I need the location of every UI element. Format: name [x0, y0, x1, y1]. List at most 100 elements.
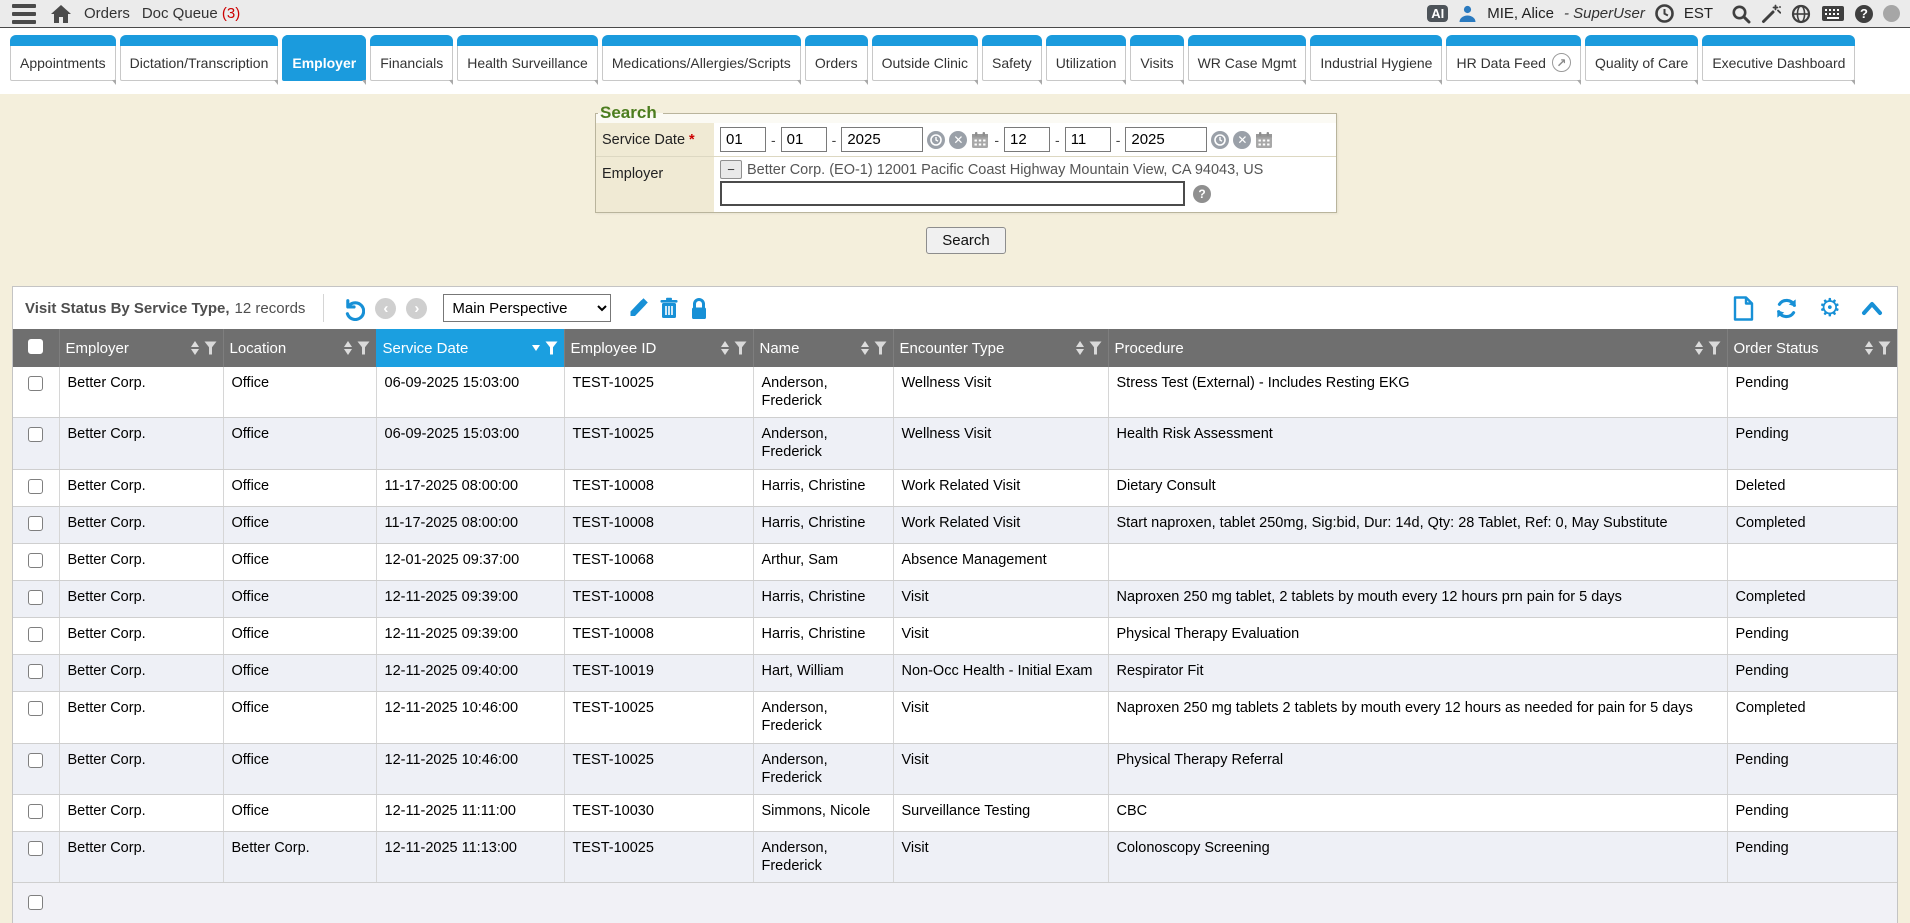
prev-perspective-icon[interactable]: ‹ [375, 298, 396, 319]
column-header-procedure[interactable]: Procedure [1108, 329, 1727, 367]
cell-employee-id: TEST-10008 [564, 618, 753, 655]
tab-wr-case-mgmt[interactable]: WR Case Mgmt [1188, 35, 1307, 81]
row-checkbox[interactable] [28, 701, 43, 716]
sort-icon[interactable] [1865, 341, 1873, 355]
to-calendar-icon[interactable] [1255, 131, 1273, 149]
home-icon[interactable] [50, 4, 72, 24]
tab-dictation-transcription[interactable]: Dictation/Transcription [120, 35, 279, 81]
keyboard-icon[interactable] [1821, 5, 1845, 22]
sort-icon[interactable] [1695, 341, 1703, 355]
filter-icon[interactable] [1708, 341, 1721, 355]
from-time-icon[interactable] [927, 131, 945, 149]
tab-orders[interactable]: Orders [805, 35, 868, 81]
to-day-input[interactable] [1065, 127, 1111, 152]
filter-icon[interactable] [357, 341, 370, 355]
column-header-employer[interactable]: Employer [59, 329, 223, 367]
employer-search-input[interactable] [720, 181, 1185, 206]
from-year-input[interactable] [841, 127, 923, 152]
row-checkbox[interactable] [28, 627, 43, 642]
settings-gear-icon[interactable]: ⚙ [1819, 296, 1841, 321]
filter-icon[interactable] [545, 341, 558, 355]
filter-icon[interactable] [874, 341, 887, 355]
row-checkbox[interactable] [28, 553, 43, 568]
column-header-service-date[interactable]: Service Date [376, 329, 564, 367]
tab-employer[interactable]: Employer [282, 35, 366, 81]
row-checkbox[interactable] [28, 516, 43, 531]
tab-appointments[interactable]: Appointments [10, 35, 116, 81]
from-month-input[interactable] [720, 127, 766, 152]
row-checkbox[interactable] [28, 590, 43, 605]
refresh-icon[interactable] [1774, 296, 1799, 321]
edit-perspective-icon[interactable] [627, 297, 649, 319]
search-button[interactable]: Search [926, 227, 1006, 254]
tab-outside-clinic[interactable]: Outside Clinic [872, 35, 978, 81]
menu-icon[interactable] [10, 2, 38, 26]
from-day-input[interactable] [781, 127, 827, 152]
sort-icon[interactable] [721, 341, 729, 355]
filter-icon[interactable] [1878, 341, 1891, 355]
tab-quality-of-care[interactable]: Quality of Care [1585, 35, 1698, 81]
row-checkbox[interactable] [28, 664, 43, 679]
column-header-employee-id[interactable]: Employee ID [564, 329, 753, 367]
footer-select-checkbox[interactable] [28, 895, 43, 910]
ai-badge[interactable]: AI [1427, 5, 1448, 22]
row-checkbox[interactable] [28, 804, 43, 819]
tab-executive-dashboard[interactable]: Executive Dashboard [1702, 35, 1855, 81]
collapse-icon[interactable] [1861, 300, 1883, 316]
new-document-icon[interactable] [1733, 296, 1754, 321]
globe-phone-icon[interactable] [1791, 4, 1811, 24]
undo-icon[interactable] [340, 296, 365, 321]
row-checkbox[interactable] [28, 753, 43, 768]
next-perspective-icon[interactable]: › [406, 298, 427, 319]
help-icon[interactable]: ? [1855, 5, 1873, 23]
from-clear-icon[interactable]: ✕ [949, 131, 967, 149]
sort-icon[interactable] [191, 341, 199, 355]
tab-industrial-hygiene[interactable]: Industrial Hygiene [1310, 35, 1442, 81]
filter-icon[interactable] [734, 341, 747, 355]
to-month-input[interactable] [1004, 127, 1050, 152]
column-header-encounter-type[interactable]: Encounter Type [893, 329, 1108, 367]
breadcrumb-section[interactable]: Orders [84, 5, 130, 22]
lock-icon[interactable] [689, 297, 709, 320]
employer-help-icon[interactable]: ? [1193, 185, 1211, 203]
filter-icon[interactable] [204, 341, 217, 355]
row-checkbox[interactable] [28, 376, 43, 391]
row-checkbox[interactable] [28, 841, 43, 856]
to-year-input[interactable] [1125, 127, 1207, 152]
user-name[interactable]: MIE, Alice [1487, 5, 1554, 22]
breadcrumb-page[interactable]: Doc Queue (3) [142, 5, 240, 22]
sort-icon[interactable] [1076, 341, 1084, 355]
row-checkbox[interactable] [28, 479, 43, 494]
row-checkbox-cell [13, 618, 59, 655]
delete-perspective-icon[interactable] [659, 297, 679, 319]
tab-financials[interactable]: Financials [370, 35, 453, 81]
wand-icon[interactable] [1761, 4, 1781, 24]
column-header-location[interactable]: Location [223, 329, 376, 367]
select-all-checkbox[interactable] [28, 339, 43, 354]
tab-label: HR Data Feed [1456, 55, 1545, 71]
row-checkbox[interactable] [28, 427, 43, 442]
sort-icon[interactable] [344, 341, 352, 355]
sort-icon[interactable] [861, 341, 869, 355]
tab-hr-data-feed[interactable]: HR Data Feed↗ [1446, 35, 1580, 81]
to-time-icon[interactable] [1211, 131, 1229, 149]
from-calendar-icon[interactable] [971, 131, 989, 149]
perspective-select[interactable]: Main Perspective [443, 294, 611, 322]
tab-visits[interactable]: Visits [1130, 35, 1183, 81]
column-header-name[interactable]: Name [753, 329, 893, 367]
tab-safety[interactable]: Safety [982, 35, 1042, 81]
cell-service-date: 12-11-2025 09:39:00 [376, 618, 564, 655]
filter-icon[interactable] [1089, 341, 1102, 355]
tab-medications-allergies-scripts[interactable]: Medications/Allergies/Scripts [602, 35, 801, 81]
user-icon[interactable] [1458, 4, 1477, 23]
search-icon[interactable] [1731, 4, 1751, 24]
sort-desc-icon[interactable] [532, 345, 540, 351]
column-header-order-status[interactable]: Order Status [1727, 329, 1897, 367]
tab-label: Health Surveillance [467, 55, 588, 71]
clock-icon[interactable] [1655, 4, 1674, 23]
tab-utilization[interactable]: Utilization [1046, 35, 1127, 81]
remove-employer-button[interactable]: − [720, 160, 742, 179]
to-clear-icon[interactable]: ✕ [1233, 131, 1251, 149]
cell-location: Office [223, 580, 376, 617]
tab-health-surveillance[interactable]: Health Surveillance [457, 35, 598, 81]
